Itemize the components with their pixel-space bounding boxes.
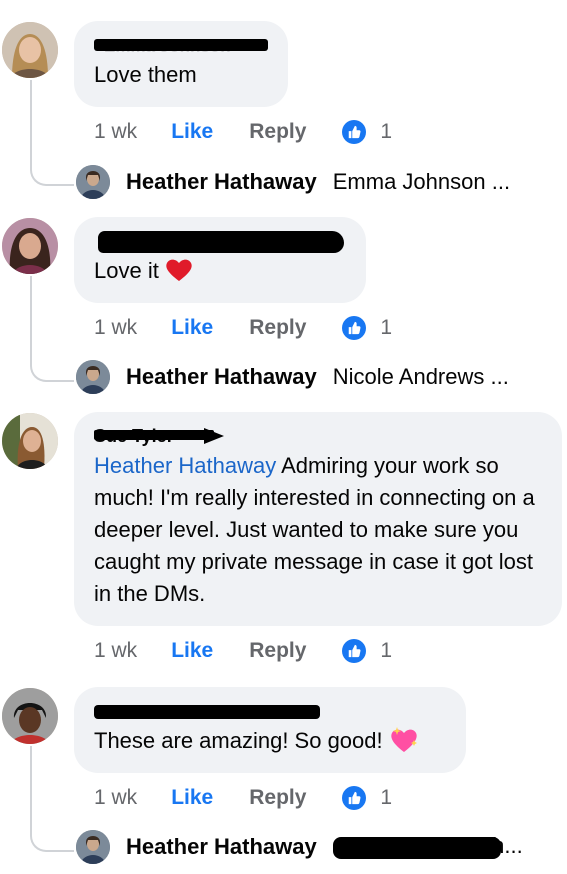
comment-author: Emma Johnson	[104, 37, 231, 56]
thumbs-up-icon[interactable]	[342, 120, 367, 144]
reply-author[interactable]: Heather Hathaway	[126, 169, 317, 195]
comment-actions: 1 wk Like Reply 1	[94, 120, 392, 144]
reply-preview-text[interactable]: Emma Johnson ...	[333, 169, 510, 195]
comment-bubble[interactable]: Love it	[74, 217, 366, 303]
comment-bubble[interactable]: Emma Johnson Love them	[74, 21, 288, 107]
like-button[interactable]: Like	[171, 316, 213, 340]
comment-actions: 1 wk Like Reply 1	[94, 316, 392, 340]
reaction-count[interactable]: 1	[380, 120, 392, 144]
thumbs-up-icon[interactable]	[342, 639, 367, 663]
reaction-count[interactable]: 1	[380, 786, 392, 810]
redacted-author-name	[94, 699, 446, 723]
redacted-author-name: Emma Johnson	[94, 33, 268, 57]
reply-button[interactable]: Reply	[249, 639, 306, 663]
avatar[interactable]	[2, 218, 58, 274]
redacted-author-name	[94, 229, 346, 253]
thread-line	[30, 276, 74, 382]
mention-link[interactable]: Heather Hathaway	[94, 453, 276, 478]
heart-emoji-icon	[159, 258, 193, 283]
reply-button[interactable]: Reply	[249, 316, 306, 340]
reply-preview-text[interactable]: ...h...	[332, 833, 523, 861]
comment-time[interactable]: 1 wk	[94, 120, 137, 144]
avatar[interactable]	[76, 830, 110, 864]
comment-text: Love them	[94, 62, 197, 87]
avatar[interactable]	[76, 360, 110, 394]
avatar[interactable]	[2, 688, 58, 744]
reaction-count[interactable]: 1	[380, 316, 392, 340]
comment-text: Love it	[94, 258, 159, 283]
thumbs-up-icon[interactable]	[342, 786, 367, 810]
reaction-count[interactable]: 1	[380, 639, 392, 663]
sparkling-heart-emoji-icon	[389, 727, 419, 753]
comment-text: These are amazing! So good!	[94, 728, 383, 753]
avatar[interactable]	[76, 165, 110, 199]
comment-actions: 1 wk Like Reply 1	[94, 786, 392, 810]
comment-time[interactable]: 1 wk	[94, 316, 137, 340]
reply-preview-row[interactable]: Heather Hathaway ...h...	[76, 830, 523, 864]
avatar[interactable]	[2, 413, 58, 469]
reply-preview-row[interactable]: Heather Hathaway Nicole Andrews ...	[76, 360, 509, 394]
comment-time[interactable]: 1 wk	[94, 639, 137, 663]
redacted-author-name: Sue Tyler	[94, 424, 542, 448]
reply-button[interactable]: Reply	[249, 786, 306, 810]
reply-author[interactable]: Heather Hathaway	[126, 364, 317, 390]
comment-bubble[interactable]: Sue Tyler Heather Hathaway Admiring your…	[74, 412, 562, 626]
comment-actions: 1 wk Like Reply 1	[94, 639, 392, 663]
comment-bubble[interactable]: These are amazing! So good!	[74, 687, 466, 773]
like-button[interactable]: Like	[171, 120, 213, 144]
thread-line	[30, 80, 74, 186]
reply-preview-text[interactable]: Nicole Andrews ...	[333, 364, 509, 390]
reply-button[interactable]: Reply	[249, 120, 306, 144]
thread-line	[30, 746, 74, 852]
thumbs-up-icon[interactable]	[342, 316, 367, 340]
like-button[interactable]: Like	[171, 786, 213, 810]
avatar[interactable]	[2, 22, 58, 78]
reply-author[interactable]: Heather Hathaway	[126, 834, 317, 860]
reply-preview-row[interactable]: Heather Hathaway Emma Johnson ...	[76, 165, 510, 199]
comment-time[interactable]: 1 wk	[94, 786, 137, 810]
like-button[interactable]: Like	[171, 639, 213, 663]
